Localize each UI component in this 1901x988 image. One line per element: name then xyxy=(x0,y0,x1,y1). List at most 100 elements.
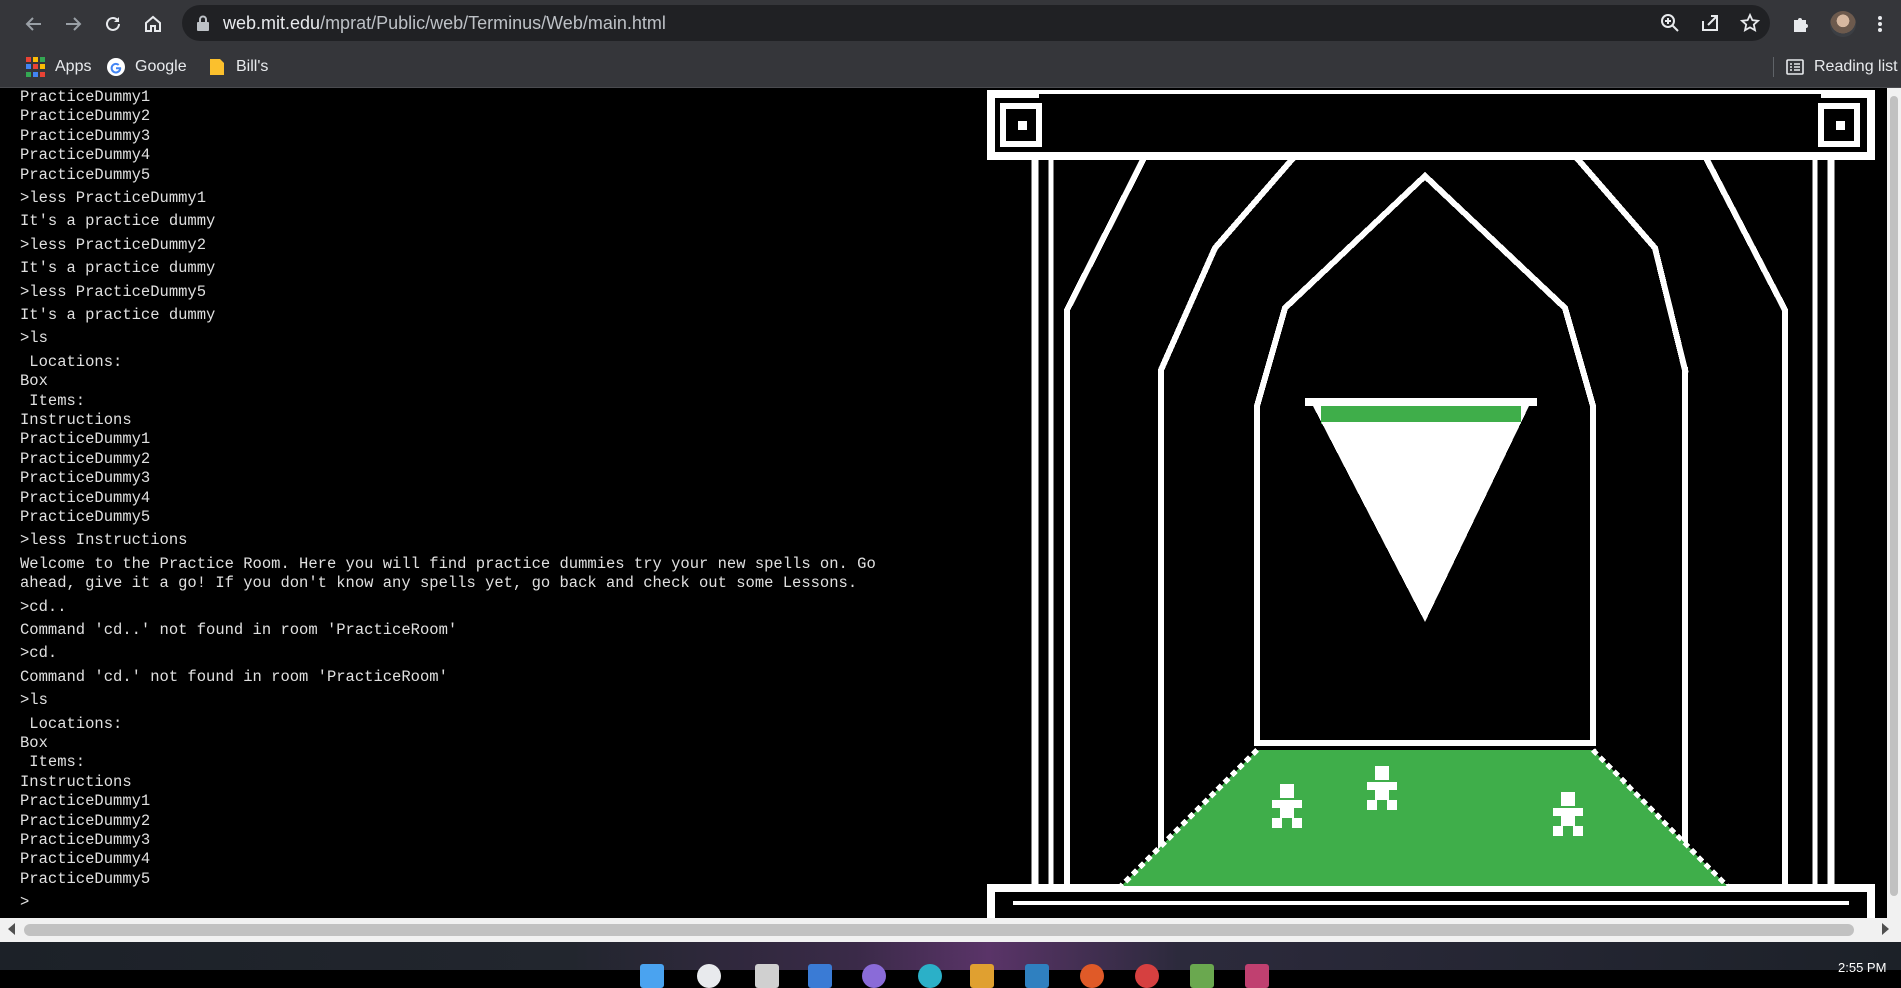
horizontal-scroll-thumb[interactable] xyxy=(24,924,1854,936)
bookmarks-bar: Apps Google Bill's Reading list xyxy=(0,47,1901,88)
lock-icon xyxy=(197,15,209,31)
taskbar-clock: 2:55 PM xyxy=(1838,960,1887,975)
widgets-icon[interactable] xyxy=(808,964,832,988)
scroll-right-arrow[interactable] xyxy=(1882,923,1889,935)
chrome-menu-button[interactable] xyxy=(1866,10,1894,38)
extensions-icon xyxy=(1794,18,1808,32)
terminal-output-line: PracticeDummy4 xyxy=(20,850,151,869)
share-button[interactable] xyxy=(1698,11,1722,35)
reading-list-label: Reading list xyxy=(1814,58,1898,75)
terminal-output-line: PracticeDummy2 xyxy=(20,449,151,468)
terminal-output-line: PracticeDummy2 xyxy=(20,811,151,830)
terminal-output-line: Command 'cd.' not found in room 'Practic… xyxy=(20,667,448,686)
task-view-icon[interactable] xyxy=(755,964,779,988)
home-button[interactable] xyxy=(137,8,169,40)
back-button[interactable] xyxy=(18,8,50,40)
terminal-output-line: Items: xyxy=(20,391,86,410)
file-explorer-icon[interactable] xyxy=(970,964,994,988)
bookmarks-divider xyxy=(1773,57,1774,77)
url-text: web.mit.edu/mprat/Public/web/Terminus/We… xyxy=(223,13,666,34)
terminal-output-line: PracticeDummy4 xyxy=(20,146,151,165)
terminal-output[interactable]: PracticeDummy1 PracticeDummy2 PracticeDumm… xyxy=(0,88,985,918)
terminal-command-line: >less PracticeDummy2 xyxy=(20,235,207,254)
forward-icon xyxy=(66,17,82,31)
terminal-output-line: It's a practice dummy xyxy=(20,306,216,324)
terminal-output-line: Box xyxy=(20,734,48,752)
firefox-icon[interactable] xyxy=(1080,964,1104,988)
app-icon[interactable] xyxy=(1190,964,1214,988)
bookmark-star-button[interactable] xyxy=(1738,11,1762,35)
hourglass-icon xyxy=(1305,398,1537,622)
os-taskbar: 2:55 PM xyxy=(0,942,1901,988)
bookmark-google[interactable]: Google xyxy=(106,55,187,79)
terminal-command-line: >cd. xyxy=(20,644,58,663)
back-icon xyxy=(25,17,41,31)
folder-icon xyxy=(210,59,224,75)
share-icon xyxy=(1702,15,1718,31)
practice-floor xyxy=(1119,748,1729,888)
chrome-taskbar-icon[interactable] xyxy=(1135,964,1159,988)
terminal-output-line: Items: xyxy=(20,753,86,772)
page-viewport: PracticeDummy1 PracticeDummy2 PracticeDumm… xyxy=(0,88,1901,918)
terminal-command-line: >ls xyxy=(20,329,48,348)
terminal-output-line: PracticeDummy1 xyxy=(20,792,151,811)
terminal-output-line: Locations: xyxy=(20,352,123,371)
zoom-button[interactable] xyxy=(1658,11,1682,35)
bookmark-bills-label: Bill's xyxy=(236,58,269,75)
practice-room-artwork xyxy=(987,90,1875,918)
url-path: /mprat/Public/web/Terminus/Web/main.html xyxy=(320,13,666,33)
menu-icon xyxy=(1878,16,1882,32)
terminal-output-line: PracticeDummy1 xyxy=(20,430,151,449)
star-icon xyxy=(1740,13,1760,32)
terminal-output-line: Box xyxy=(20,372,48,391)
terminal-output-line: ahead, give it a go! If you don't know a… xyxy=(20,574,858,593)
reload-button[interactable] xyxy=(97,8,129,40)
avatar[interactable] xyxy=(1830,11,1856,37)
apps-icon xyxy=(26,57,46,77)
start-icon[interactable] xyxy=(640,964,664,988)
active-app-icon[interactable] xyxy=(1245,964,1269,988)
terminal-output-line: It's a practice dummy xyxy=(20,212,216,231)
edge-icon[interactable] xyxy=(918,964,942,988)
browser-toolbar: web.mit.edu/mprat/Public/web/Terminus/We… xyxy=(0,0,1901,47)
terminal-output-line: Command 'cd..' not found in room 'Practi… xyxy=(20,621,458,639)
zoom-icon xyxy=(1661,14,1679,32)
terminal-output-line: PracticeDummy5 xyxy=(20,165,151,184)
home-icon xyxy=(145,15,161,32)
terminal-output-line: Locations: xyxy=(20,714,123,733)
terminal-command-line: >cd.. xyxy=(20,597,67,616)
url-host: web.mit.edu xyxy=(223,13,321,33)
terminal-command-line: >less PracticeDummy5 xyxy=(20,282,207,301)
horizontal-scrollbar[interactable] xyxy=(0,918,1901,942)
scroll-left-arrow[interactable] xyxy=(8,923,15,935)
terminal-output-line: PracticeDummy3 xyxy=(20,831,151,849)
reading-list-button[interactable]: Reading list xyxy=(1785,55,1898,79)
store-icon[interactable] xyxy=(1025,964,1049,988)
terminal-output-line: PracticeDummy5 xyxy=(20,869,151,888)
terminal-command-line: >ls xyxy=(20,691,48,710)
terminal-output-line: PracticeDummy3 xyxy=(20,469,151,488)
chat-icon[interactable] xyxy=(862,964,886,988)
google-icon xyxy=(107,58,125,76)
terminal-output-line: PracticeDummy1 xyxy=(20,88,151,106)
terminal-output-line: PracticeDummy5 xyxy=(20,508,151,526)
extensions-button[interactable] xyxy=(1787,10,1815,38)
vertical-scrollbar[interactable] xyxy=(1887,88,1901,918)
terminal-output-line: PracticeDummy4 xyxy=(20,488,151,507)
terminal-output-line: Instructions xyxy=(20,772,132,791)
terminal-output-line: Welcome to the Practice Room. Here you w… xyxy=(20,554,876,573)
forward-button[interactable] xyxy=(57,8,89,40)
bookmark-bills[interactable]: Bill's xyxy=(207,55,268,79)
reload-icon xyxy=(106,16,120,31)
terminal-command-line: >less Instructions xyxy=(20,531,188,550)
search-icon[interactable] xyxy=(697,964,721,988)
address-bar[interactable]: web.mit.edu/mprat/Public/web/Terminus/We… xyxy=(182,5,1770,41)
bookmark-apps[interactable]: Apps xyxy=(26,55,91,79)
terminal-command-line: >less PracticeDummy1 xyxy=(20,189,207,207)
bookmark-apps-label: Apps xyxy=(55,58,92,75)
terminal-output-line: It's a practice dummy xyxy=(20,259,216,278)
terminal-prompt[interactable]: > xyxy=(20,893,29,912)
vertical-scroll-thumb[interactable] xyxy=(1890,96,1898,896)
terminal-output-line: PracticeDummy2 xyxy=(20,107,151,126)
terminal-output-line: Instructions xyxy=(20,411,132,429)
